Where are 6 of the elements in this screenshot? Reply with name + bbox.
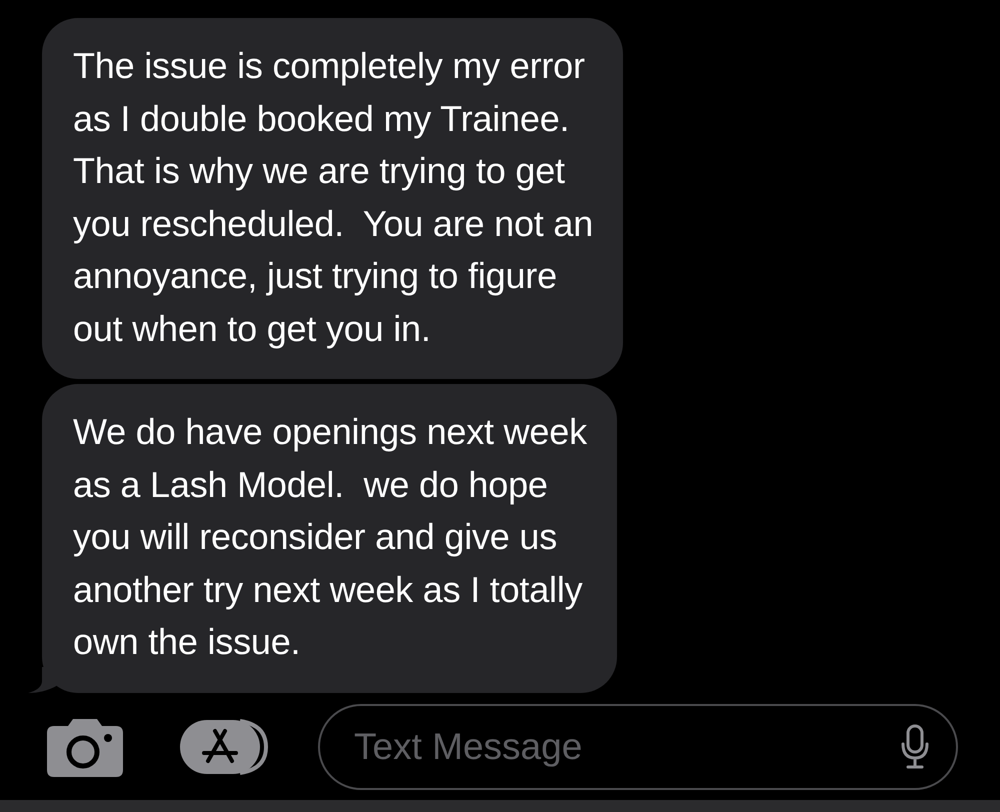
microphone-icon[interactable] <box>900 724 930 770</box>
message-bubble: The issue is completely my error as I double booked my Trainee. That is why we are trying to get you rescheduled. You are not an annoyance, just trying to figure out when to get you in. <box>42 18 624 379</box>
message-field-frame[interactable]: Text Message <box>318 704 958 790</box>
message-bubble: We do have openings next week as a Lash Model. we do hope you will reconsider and give us another try next week as I totally own the issue. <box>42 384 617 692</box>
message-field[interactable]: Text Message <box>352 725 900 769</box>
camera-icon[interactable] <box>46 716 124 778</box>
